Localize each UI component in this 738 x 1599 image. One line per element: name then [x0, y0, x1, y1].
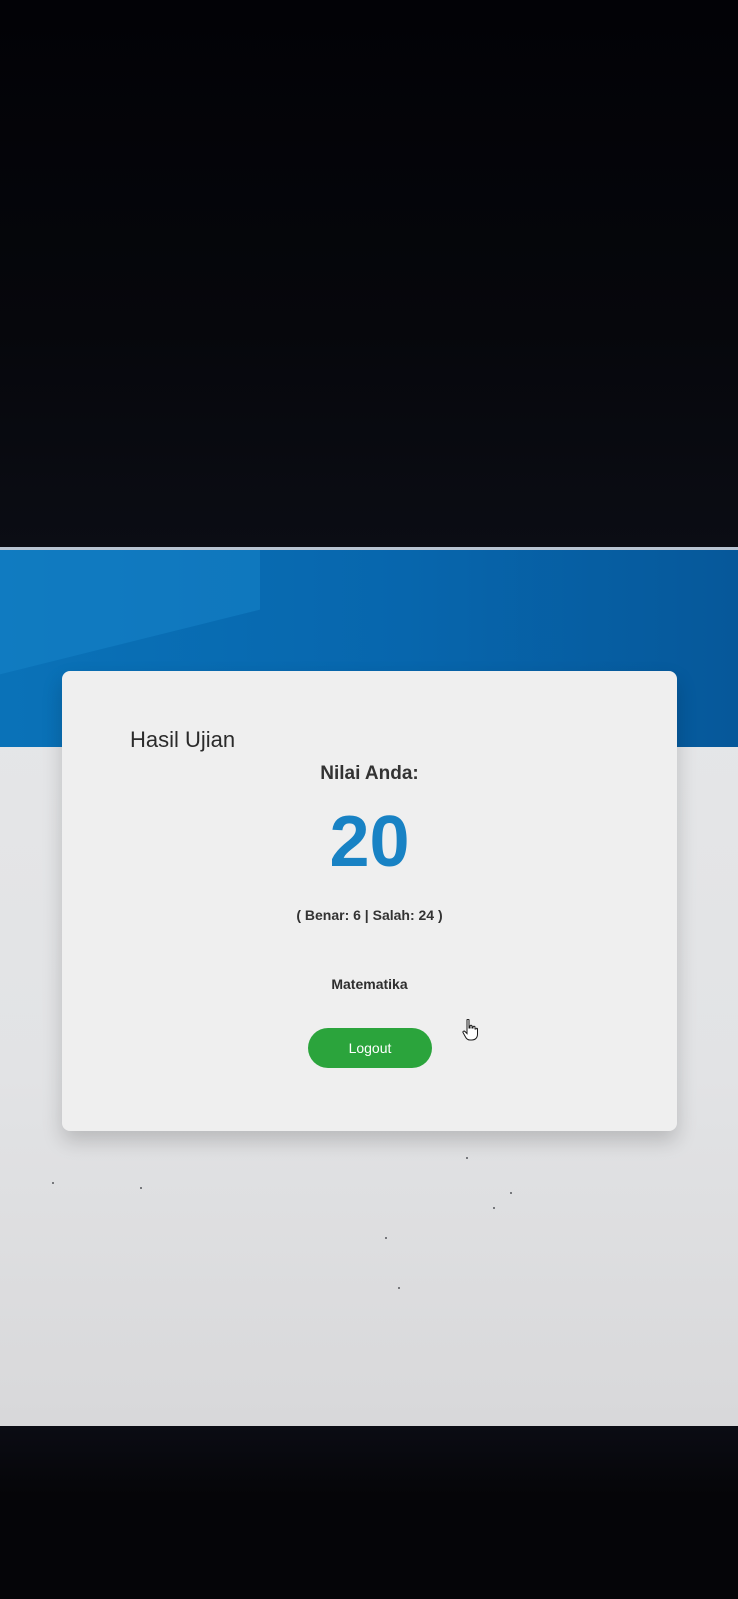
screen-speck [140, 1187, 142, 1189]
screen-speck [493, 1207, 495, 1209]
logout-button[interactable]: Logout [308, 1028, 432, 1068]
screen-edge [0, 547, 738, 550]
result-card: Hasil Ujian Nilai Anda: 20 ( Benar: 6 | … [62, 671, 677, 1131]
monitor-bezel-bottom [0, 1426, 738, 1599]
screen-speck [52, 1182, 54, 1184]
score-detail: ( Benar: 6 | Salah: 24 ) [296, 907, 443, 923]
screen: Hasil Ujian Nilai Anda: 20 ( Benar: 6 | … [0, 547, 738, 1427]
banner-decoration [0, 547, 260, 685]
screen-speck [510, 1192, 512, 1194]
subject-name: Matematika [331, 976, 408, 992]
score-label: Nilai Anda: [320, 763, 419, 784]
screen-speck [398, 1287, 400, 1289]
screen-speck [385, 1237, 387, 1239]
hand-pointer-icon [462, 1019, 478, 1041]
score-value: 20 [329, 802, 410, 882]
screen-speck [466, 1157, 468, 1159]
monitor-bezel-top [0, 0, 738, 548]
page-title: Hasil Ujian [130, 727, 236, 752]
